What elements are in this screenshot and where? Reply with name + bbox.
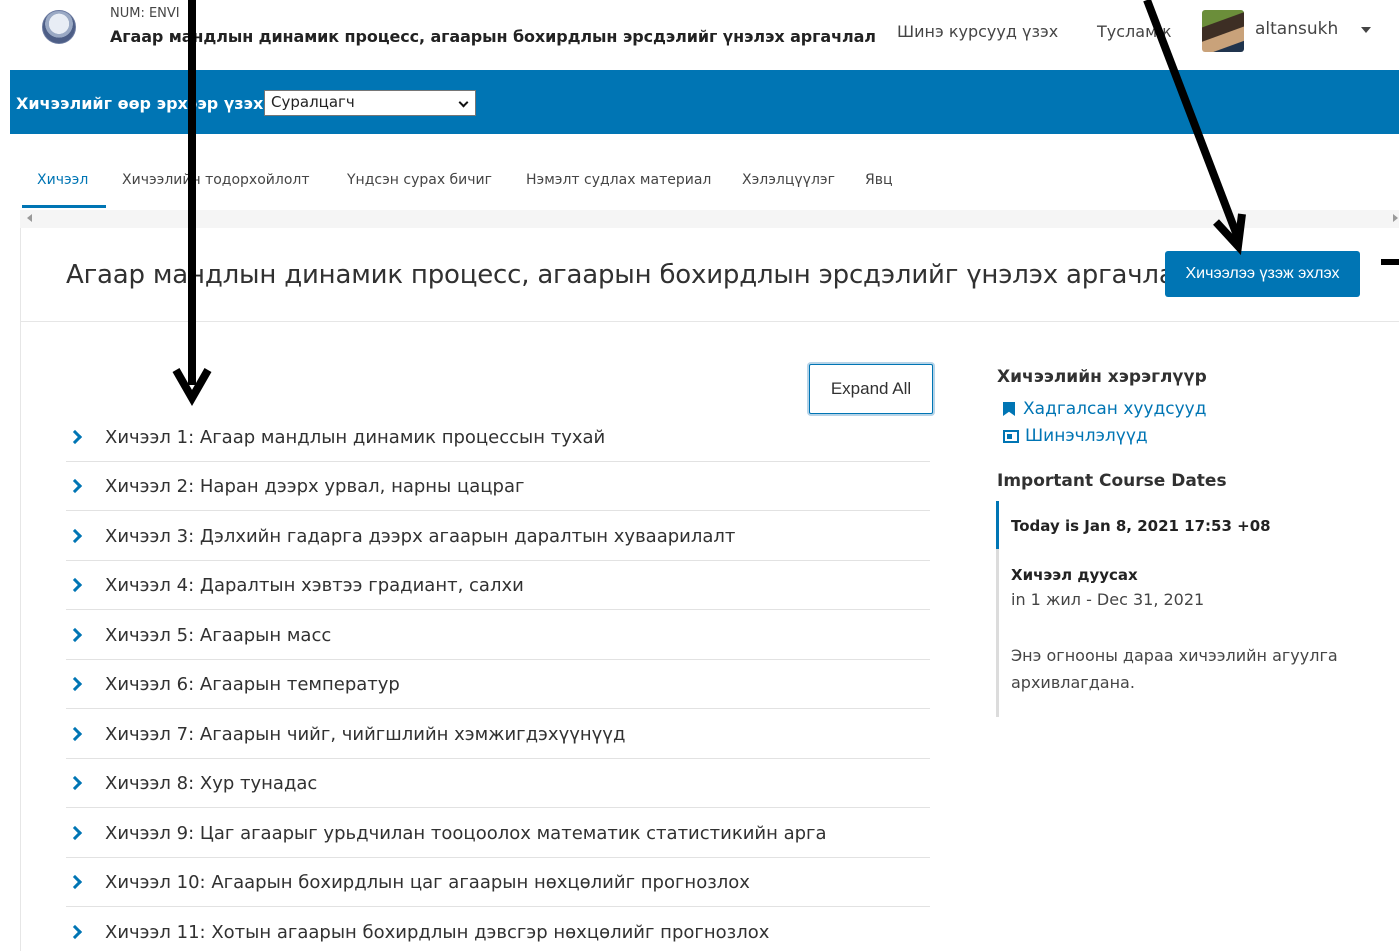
user-avatar[interactable] xyxy=(1202,10,1244,52)
view-as-label: Хичээлийг өөр эрхээр үзэх: xyxy=(16,94,270,113)
chevron-right-icon xyxy=(67,577,83,593)
lesson-title[interactable]: Хичээл 3: Дэлхийн гадарга дээрх агаарын … xyxy=(105,526,735,547)
updates-link-label[interactable]: Шинэчлэлүүд xyxy=(1025,426,1148,446)
university-logo-icon[interactable] xyxy=(42,10,76,44)
lesson-title[interactable]: Хичээл 7: Агаарын чийг, чийгшлийн хэмжиг… xyxy=(105,724,625,745)
lesson-item[interactable]: Хичээл 1: Агаар мандлын динамик процессы… xyxy=(66,413,930,462)
lesson-item[interactable]: Хичээл 10: Агаарын бохирдлын цаг агаарын… xyxy=(66,858,930,907)
site-header: NUM: ENVI Агаар мандлын динамик процесс,… xyxy=(0,0,1399,70)
chevron-right-icon xyxy=(67,429,83,445)
annotation-arrow-down-head xyxy=(172,368,212,407)
tabs-scrollbar[interactable] xyxy=(20,210,1399,228)
updates-link[interactable]: Шинэчлэлүүд xyxy=(1003,426,1148,446)
chevron-right-icon xyxy=(67,528,83,544)
role-select-value: Суралцагч xyxy=(271,93,355,111)
course-tools-heading: Хичээлийн хэрэглүүр xyxy=(997,367,1207,387)
bookmarks-link[interactable]: Хадгалсан хуудсууд xyxy=(1003,399,1206,419)
today-indicator xyxy=(996,501,999,549)
lesson-item[interactable]: Хичээл 9: Цаг агаарыг урьдчилан тооцооло… xyxy=(66,809,930,858)
lesson-item[interactable]: Хичээл 4: Даралтын хэвтээ градиант, салх… xyxy=(66,561,930,610)
expand-all-button[interactable]: Expand All xyxy=(809,364,933,414)
user-menu-chevron-down-icon[interactable] xyxy=(1361,27,1371,33)
tab-course[interactable]: Хичээл xyxy=(37,172,88,188)
chevron-right-icon xyxy=(67,726,83,742)
lesson-title[interactable]: Хичээл 4: Даралтын хэвтээ градиант, салх… xyxy=(105,575,524,596)
course-org-label: NUM: ENVI xyxy=(110,6,180,21)
tab-course-description[interactable]: Хичээлийн тодорхойлолт xyxy=(122,172,310,188)
archive-note-line2: архивлагдана. xyxy=(1011,673,1135,692)
chevron-right-icon xyxy=(67,627,83,643)
new-courses-link[interactable]: Шинэ курсууд үзэх xyxy=(897,22,1058,41)
username[interactable]: altansukh xyxy=(1255,19,1338,39)
active-tab-indicator xyxy=(22,205,106,208)
lesson-item[interactable]: Хичээл 11: Хотын агаарын бохирдлын дэвсг… xyxy=(66,908,930,951)
header-course-title: Агаар мандлын динамик процесс, агаарын б… xyxy=(110,27,876,46)
newspaper-icon xyxy=(1003,429,1019,443)
chevron-right-icon xyxy=(67,924,83,940)
chevron-right-icon xyxy=(67,478,83,494)
lesson-item[interactable]: Хичээл 6: Агаарын температур xyxy=(66,660,930,709)
tab-main-textbook[interactable]: Үндсэн сурах бичиг xyxy=(347,172,492,188)
bookmark-icon xyxy=(1003,402,1015,416)
scroll-left-icon[interactable] xyxy=(27,214,32,222)
heading-divider xyxy=(20,321,1399,322)
lesson-item[interactable]: Хичээл 2: Наран дээрх урвал, нарны цацра… xyxy=(66,462,930,511)
chevron-right-icon xyxy=(67,676,83,692)
chevron-right-icon xyxy=(67,825,83,841)
course-tabs: Хичээл Хичээлийн тодорхойлолт Үндсэн сур… xyxy=(20,160,1399,210)
view-as-bar: Хичээлийг өөр эрхээр үзэх: xyxy=(10,70,1399,134)
tab-additional-materials[interactable]: Нэмэлт судлах материал xyxy=(526,172,711,188)
lesson-item[interactable]: Хичээл 7: Агаарын чийг, чийгшлийн хэмжиг… xyxy=(66,710,930,759)
lesson-item[interactable]: Хичээл 5: Агаарын масс xyxy=(66,611,930,660)
chevron-down-icon xyxy=(458,97,469,108)
chevron-right-icon xyxy=(67,775,83,791)
lesson-title[interactable]: Хичээл 10: Агаарын бохирдлын цаг агаарын… xyxy=(105,872,750,893)
bookmarks-link-label[interactable]: Хадгалсан хуудсууд xyxy=(1023,399,1206,419)
chevron-right-icon xyxy=(67,874,83,890)
course-dates-heading: Important Course Dates xyxy=(997,471,1227,491)
course-end-label: Хичээл дуусах xyxy=(1011,566,1138,584)
lesson-item[interactable]: Хичээл 8: Хур тунадас xyxy=(66,759,930,808)
lesson-title[interactable]: Хичээл 5: Агаарын масс xyxy=(105,625,331,646)
today-date: Today is Jan 8, 2021 17:53 +08 xyxy=(1011,517,1271,535)
lesson-title[interactable]: Хичээл 6: Агаарын температур xyxy=(105,674,400,695)
lesson-title[interactable]: Хичээл 2: Наран дээрх урвал, нарны цацра… xyxy=(105,476,524,497)
lesson-item[interactable]: Хичээл 3: Дэлхийн гадарга дээрх агаарын … xyxy=(66,512,930,561)
lesson-title[interactable]: Хичээл 1: Агаар мандлын динамик процессы… xyxy=(105,427,605,448)
help-link[interactable]: Тусламж xyxy=(1097,22,1172,41)
lesson-title[interactable]: Хичээл 11: Хотын агаарын бохирдлын дэвсг… xyxy=(105,922,769,943)
scroll-right-icon[interactable] xyxy=(1393,214,1398,222)
content-border xyxy=(20,228,21,951)
tab-progress[interactable]: Явц xyxy=(865,172,893,188)
role-select[interactable]: Суралцагч xyxy=(264,90,476,116)
lesson-title[interactable]: Хичээл 8: Хур тунадас xyxy=(105,773,317,794)
archive-note-line1: Энэ огнооны дараа хичээлийн агуулга xyxy=(1011,646,1338,665)
tab-discussion[interactable]: Хэлэлцүүлэг xyxy=(742,172,835,188)
start-course-button[interactable]: Хичээлээ үзэж эхлэх xyxy=(1165,251,1360,297)
lesson-title[interactable]: Хичээл 9: Цаг агаарыг урьдчилан тооцооло… xyxy=(105,823,827,844)
course-heading: Агаар мандлын динамик процесс, агаарын б… xyxy=(66,260,1191,290)
course-end-date: in 1 жил - Dec 31, 2021 xyxy=(1011,590,1205,609)
